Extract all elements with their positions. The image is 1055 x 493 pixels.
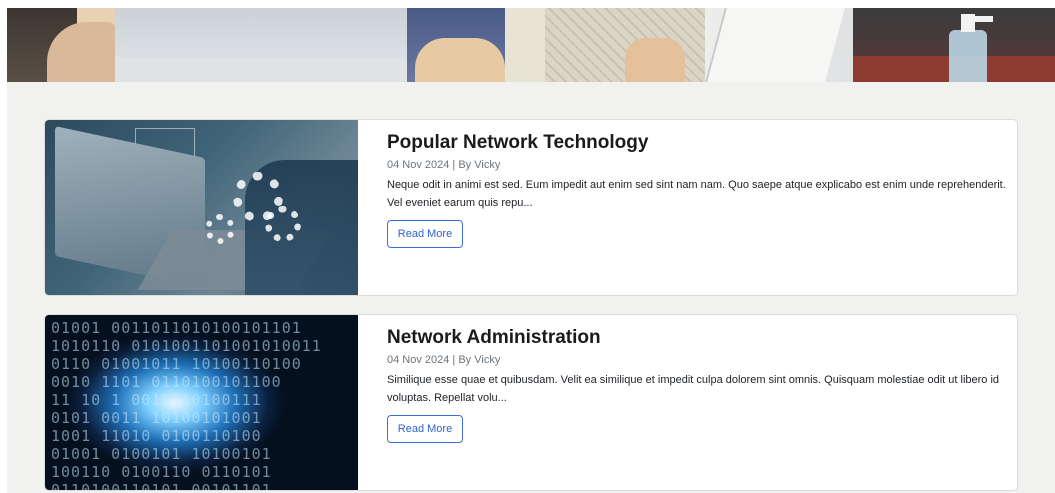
post-meta: 04 Nov 2024 | By Vicky <box>387 354 501 366</box>
binary-tunnel-graphic: 01001 0011011010100101101 1010110 010100… <box>51 319 322 491</box>
post-title[interactable]: Network Administration <box>387 327 601 349</box>
post-title[interactable]: Popular Network Technology <box>387 132 648 154</box>
blog-post-card: Popular Network Technology 04 Nov 2024 |… <box>44 119 1018 296</box>
page-left-edge <box>0 0 7 493</box>
page-top-edge <box>0 0 1055 8</box>
read-more-button[interactable]: Read More <box>387 415 463 443</box>
post-meta: 04 Nov 2024 | By Vicky <box>387 159 501 171</box>
gear-icon <box>265 206 301 242</box>
read-more-button[interactable]: Read More <box>387 220 463 248</box>
gear-icon <box>205 214 235 244</box>
hero-photo-segment <box>407 8 507 82</box>
post-thumbnail-image[interactable] <box>45 120 358 295</box>
hero-photo-segment <box>705 8 855 82</box>
post-excerpt: Neque odit in animi est sed. Eum impedit… <box>387 179 1006 209</box>
hero-photo-segment <box>853 8 1055 82</box>
post-thumbnail-image[interactable]: 01001 0011011010100101101 1010110 010100… <box>45 315 358 491</box>
hero-photo-segment <box>505 8 705 82</box>
hero-banner-image <box>7 8 1055 82</box>
post-excerpt: Similique esse quae et quibusdam. Velit … <box>387 374 1000 404</box>
hero-photo-segment <box>115 8 417 82</box>
hero-photo-segment <box>7 8 117 82</box>
blog-post-card: 01001 0011011010100101101 1010110 010100… <box>44 314 1018 491</box>
